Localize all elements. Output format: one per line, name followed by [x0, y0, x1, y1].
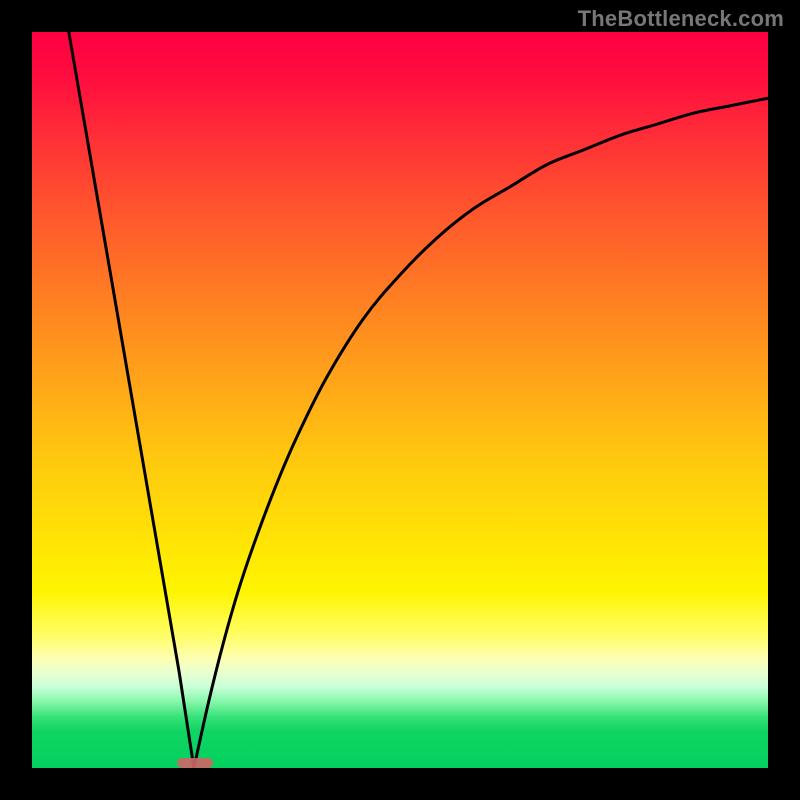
chart-frame: TheBottleneck.com	[0, 0, 800, 800]
bottleneck-curve	[32, 32, 768, 768]
plot-area	[32, 32, 768, 768]
watermark-text: TheBottleneck.com	[578, 6, 784, 32]
minimum-marker	[177, 758, 213, 768]
curve-path	[69, 32, 768, 768]
